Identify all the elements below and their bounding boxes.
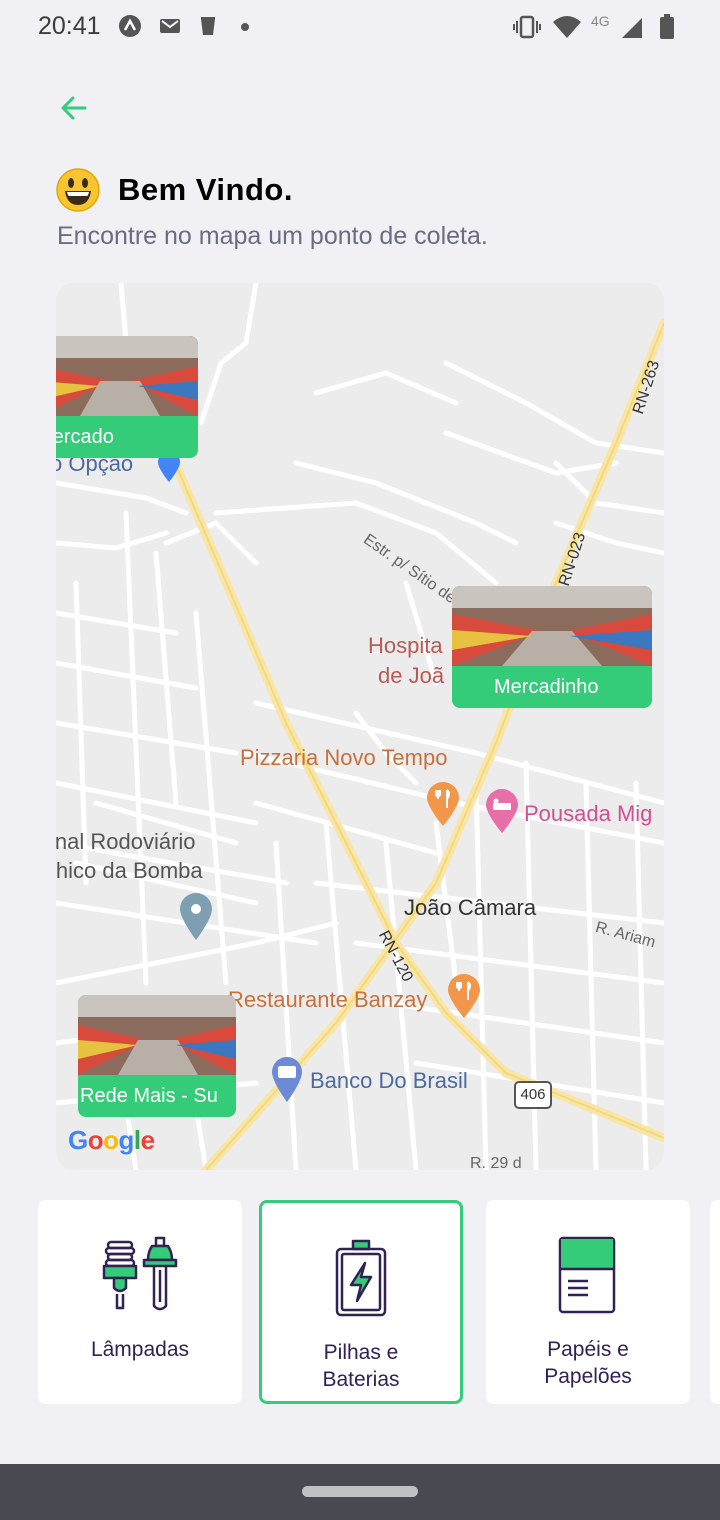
- market-photo: [452, 586, 652, 666]
- item-next-partial[interactable]: [710, 1200, 720, 1404]
- marker-name: Rede Mais - Su: [80, 1085, 218, 1107]
- restaurant-pin-icon-2: [448, 974, 480, 1018]
- place-label-rodoviario-1: inal Rodoviário: [56, 829, 196, 854]
- marker-name: Mercadinho: [494, 676, 599, 698]
- app-notification-icon: [119, 15, 141, 37]
- smiley-emoji-icon: [56, 168, 100, 212]
- bank-pin-icon: [272, 1057, 302, 1102]
- item-lampadas[interactable]: Lâmpadas: [38, 1200, 242, 1404]
- place-label-joao-camara: João Câmara: [404, 895, 537, 920]
- wifi-icon: [553, 16, 581, 38]
- market-photo: [56, 336, 198, 416]
- place-label-banco: Banco Do Brasil: [310, 1068, 468, 1093]
- home-gesture-handle[interactable]: [302, 1486, 418, 1497]
- gray-place-pin-icon: [180, 893, 212, 940]
- battery-status-icon: [660, 14, 674, 39]
- highway-shield-406: 406: [514, 1081, 552, 1109]
- page-title: Bem Vindo.: [118, 172, 293, 207]
- item-pilhas-baterias[interactable]: Pilhas e Baterias: [259, 1200, 463, 1404]
- map-marker-rede-mais[interactable]: Rede Mais - Su: [78, 995, 236, 1117]
- collection-map[interactable]: o Opção Hospita de Joã Pizzaria Novo Tem…: [56, 283, 664, 1170]
- road-label-r-29: R. 29 d: [470, 1155, 522, 1170]
- map-marker-mercado[interactable]: Mercado: [56, 336, 198, 458]
- marker-name: Mercado: [56, 426, 114, 448]
- place-label-pizzaria: Pizzaria Novo Tempo: [240, 745, 448, 770]
- system-nav-bar: [0, 1464, 720, 1520]
- item-label: Lâmpadas: [90, 1338, 190, 1361]
- more-notifications-icon: [241, 23, 249, 31]
- map-marker-mercadinho[interactable]: Mercadinho: [452, 586, 652, 708]
- google-attribution: Google: [68, 1125, 155, 1155]
- status-bar: 20:41 4G: [0, 0, 720, 56]
- paper-icon: [558, 1236, 616, 1314]
- item-papeis-papeloes[interactable]: Papéis e Papelões: [486, 1200, 690, 1404]
- item-label: Papéis e Papelões: [544, 1338, 632, 1388]
- place-label-restaurante: Restaurante Banzay: [228, 987, 428, 1012]
- page-subtitle: Encontre no mapa um ponto de coleta.: [57, 222, 488, 250]
- lamps-icon: [102, 1236, 178, 1311]
- place-label-hospital-2: de Joã: [378, 663, 445, 688]
- restaurant-pin-icon: [427, 782, 459, 826]
- place-label-pousada: Pousada Mig: [524, 801, 653, 826]
- place-label-rodoviario-2: Chico da Bomba: [56, 858, 203, 883]
- welcome-heading: Bem Vindo.: [56, 168, 293, 212]
- back-arrow-icon[interactable]: [58, 92, 90, 124]
- gmail-icon: [160, 19, 180, 33]
- vibrate-icon: [513, 15, 541, 39]
- items-scroll[interactable]: Lâmpadas Pilhas e Baterias Papéis e Papelõ…: [38, 1200, 720, 1410]
- battery-icon: [335, 1239, 387, 1317]
- network-type: 4G: [591, 13, 610, 29]
- hotel-pin-icon: [486, 789, 518, 833]
- item-label: Pilhas e Baterias: [322, 1341, 400, 1391]
- status-time: 20:41: [38, 12, 101, 40]
- market-photo: [78, 995, 236, 1075]
- signal-icon: [622, 18, 642, 38]
- place-label-hospital-1: Hospita: [368, 633, 443, 658]
- cup-icon: [201, 17, 215, 35]
